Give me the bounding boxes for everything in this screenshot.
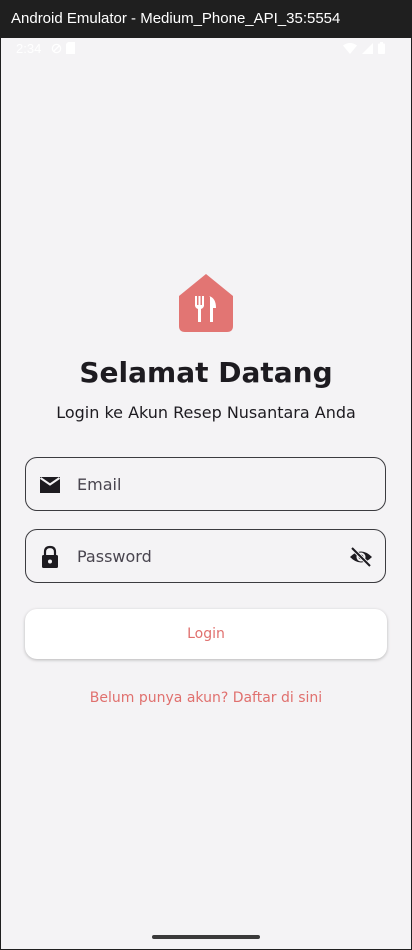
email-field[interactable] bbox=[25, 457, 386, 511]
email-input[interactable] bbox=[77, 458, 337, 510]
restaurant-home-icon bbox=[179, 274, 233, 332]
battery-icon bbox=[378, 42, 385, 54]
lock-icon bbox=[42, 545, 58, 568]
status-icons-right bbox=[343, 42, 385, 54]
page-title: Selamat Datang bbox=[79, 356, 333, 389]
status-bar: 2:34 bbox=[1, 38, 411, 60]
visibility-off-icon[interactable] bbox=[349, 545, 373, 569]
password-field[interactable] bbox=[25, 529, 386, 583]
block-icon bbox=[51, 43, 62, 53]
emulator-window: Android Emulator - Medium_Phone_API_35:5… bbox=[0, 0, 412, 950]
mail-icon bbox=[39, 477, 61, 493]
status-time: 2:34 bbox=[16, 41, 42, 56]
register-link[interactable]: Belum punya akun? Daftar di sini bbox=[1, 690, 411, 706]
page-subtitle: Login ke Akun Resep Nusantara Anda bbox=[56, 403, 356, 422]
login-button[interactable]: Login bbox=[25, 609, 387, 659]
wifi-icon bbox=[343, 42, 357, 54]
sim-card-icon bbox=[66, 42, 75, 54]
window-title: Android Emulator - Medium_Phone_API_35:5… bbox=[0, 0, 412, 38]
password-input[interactable] bbox=[77, 530, 337, 582]
phone-screen: 2:34 Selamat Datang Login ke Akun Resep … bbox=[1, 38, 411, 949]
navigation-handle[interactable] bbox=[152, 935, 260, 939]
signal-icon bbox=[362, 42, 373, 54]
status-icons-left bbox=[51, 42, 75, 54]
